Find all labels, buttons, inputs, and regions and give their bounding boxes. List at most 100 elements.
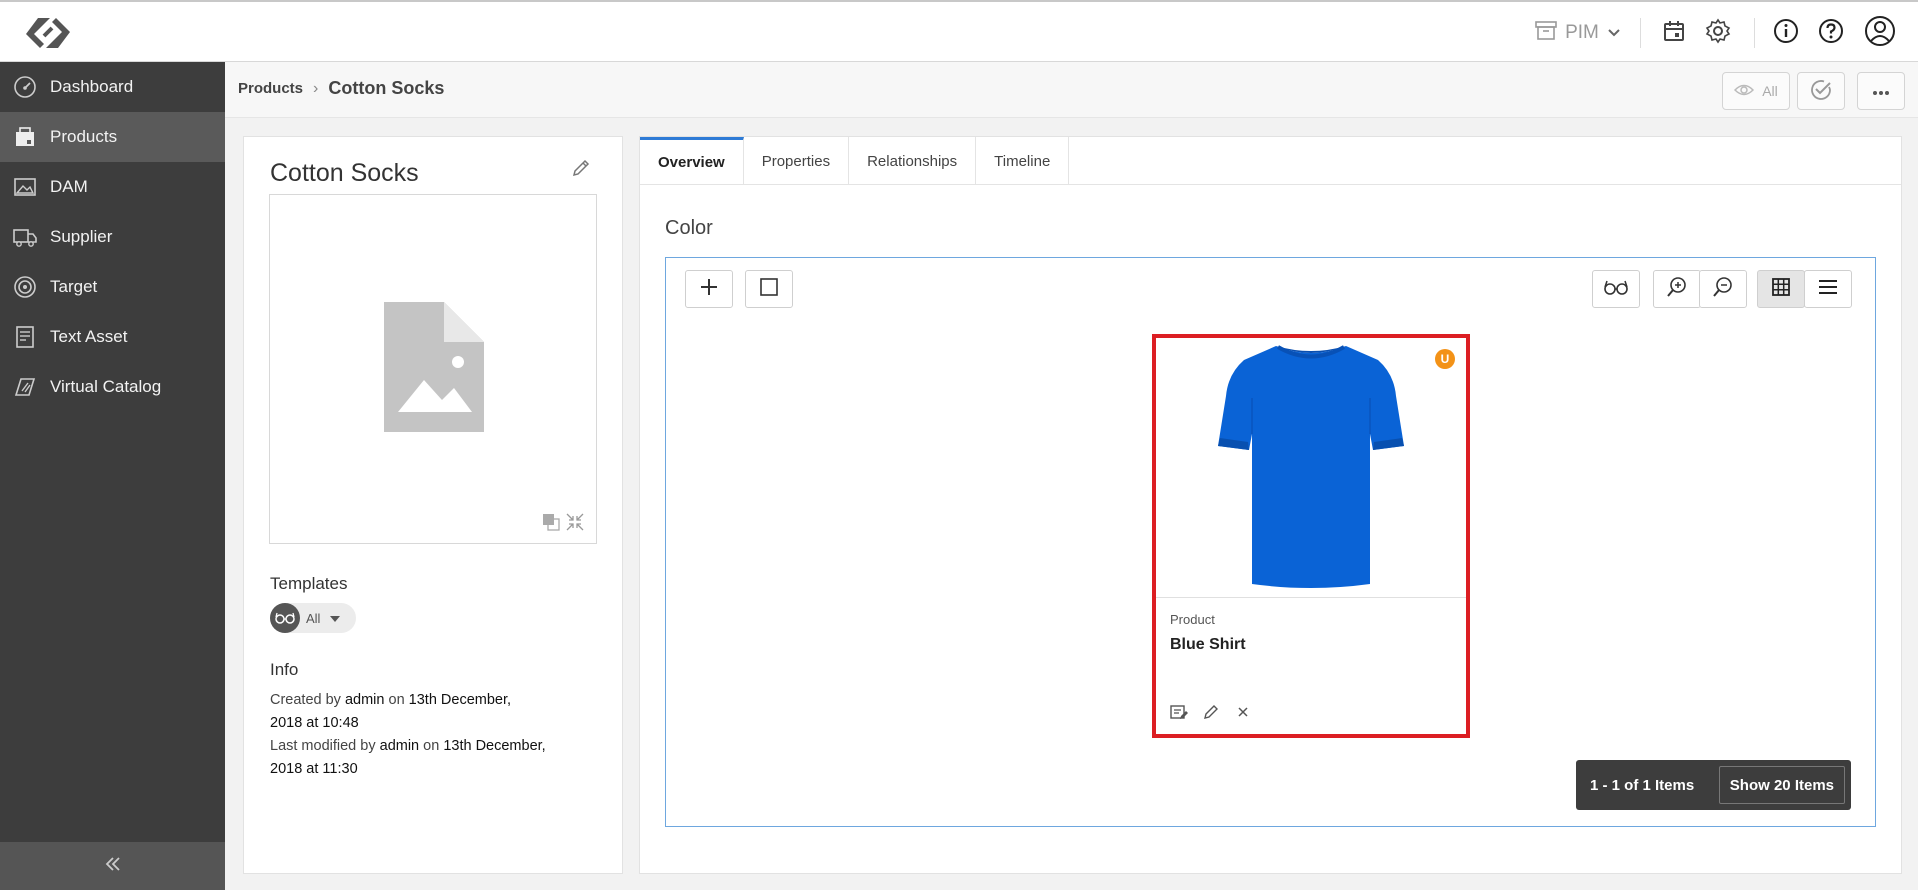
workspace-switcher[interactable]: PIM: [1532, 16, 1624, 50]
sidebar-item-label: Text Asset: [50, 327, 128, 346]
templates-heading: Templates: [270, 574, 348, 593]
blue-tshirt-image: [1218, 345, 1404, 588]
sidebar-item-label: Dashboard: [50, 77, 134, 96]
breadcrumb-separator: ›: [313, 79, 319, 97]
pencil-icon[interactable]: [1202, 703, 1220, 726]
sidebar-item-label: Supplier: [50, 227, 113, 246]
add-button[interactable]: [685, 270, 733, 308]
checkbox-icon: [760, 277, 778, 301]
sidebar-item-target[interactable]: Target: [0, 262, 225, 312]
validate-button[interactable]: [1797, 72, 1845, 110]
modified-user: admin: [379, 738, 420, 754]
sidebar-item-label: Products: [50, 127, 118, 146]
text-asset-icon: [0, 325, 50, 349]
help-button[interactable]: [1813, 16, 1849, 50]
template-value: All: [306, 610, 321, 626]
modified-date: 13th December,: [443, 738, 546, 754]
help-icon: [1818, 18, 1844, 49]
tab-timeline[interactable]: Timeline: [976, 137, 1070, 185]
dam-icon: [0, 175, 50, 199]
divider: [1640, 18, 1641, 48]
calendar-button[interactable]: [1656, 16, 1692, 50]
page-size-button[interactable]: Show 20 Items: [1718, 766, 1845, 804]
modified-time: 11:30: [322, 761, 358, 777]
sidebar-item-text-asset[interactable]: Text Asset: [0, 312, 225, 362]
glasses-icon: [1603, 279, 1629, 300]
settings-button[interactable]: [1700, 16, 1736, 50]
sidebar-item-label: Virtual Catalog: [50, 377, 162, 396]
gear-icon: [1705, 18, 1731, 49]
section-title: Color: [665, 217, 713, 239]
tab-relationships[interactable]: Relationships: [849, 137, 977, 185]
tab-overview[interactable]: Overview: [640, 137, 744, 185]
sidebar-item-dashboard[interactable]: Dashboard: [0, 62, 225, 112]
breadcrumb-current: Cotton Socks: [328, 78, 445, 98]
check-circle-icon: [1810, 79, 1832, 104]
image-placeholder-icon: [384, 302, 484, 437]
sidebar-item-dam[interactable]: DAM: [0, 162, 225, 212]
close-icon[interactable]: [1234, 703, 1252, 726]
workspace-label: PIM: [1565, 22, 1599, 43]
truck-icon: [0, 225, 50, 249]
entity-summary-card: Cotton Socks Templates All Info Created …: [243, 136, 623, 874]
view-filter-label: All: [1762, 83, 1778, 99]
edit-title-button[interactable]: [570, 157, 594, 181]
info-icon: [1773, 18, 1799, 49]
more-horizontal-icon: [1872, 83, 1890, 99]
grid-view-button[interactable]: [1757, 270, 1805, 308]
download-image-icon[interactable]: [542, 513, 560, 536]
calendar-icon: [1662, 19, 1686, 48]
view-filter-button[interactable]: All: [1722, 72, 1790, 110]
created-time: 10:48: [322, 715, 359, 731]
modified-on: on: [423, 738, 440, 754]
info-button[interactable]: [1768, 16, 1804, 50]
plus-icon: [699, 277, 719, 302]
entity-image-placeholder: [269, 194, 597, 544]
dashboard-icon: [0, 75, 50, 99]
modified-year-at: 2018 at: [270, 761, 319, 777]
grid-icon: [1772, 277, 1790, 301]
item-thumbnail: [1156, 338, 1466, 598]
zoom-out-icon: [1712, 276, 1734, 303]
relationship-panel: U Product Blue Shirt 1 - 1 of 1 Items Sh…: [665, 257, 1876, 827]
tab-properties[interactable]: Properties: [744, 137, 850, 185]
sidebar-item-virtual-catalog[interactable]: Virtual Catalog: [0, 362, 225, 412]
item-type: Product: [1170, 612, 1215, 627]
view-settings-button[interactable]: [1592, 270, 1640, 308]
tab-bar: Overview Properties Relationships Timeli…: [640, 137, 1901, 185]
app-logo[interactable]: [24, 14, 72, 52]
entity-detail-card: Overview Properties Relationships Timeli…: [639, 136, 1902, 874]
sidebar-item-supplier[interactable]: Supplier: [0, 212, 225, 262]
edit-attributes-icon[interactable]: [1170, 703, 1188, 726]
sidebar-item-products[interactable]: Products: [0, 112, 225, 162]
collapse-image-icon[interactable]: [566, 513, 584, 536]
entity-title: Cotton Socks: [270, 159, 419, 187]
modified-prefix: Last modified by: [270, 738, 376, 754]
user-menu-button[interactable]: [1862, 15, 1898, 52]
collapse-sidebar-button[interactable]: [0, 842, 225, 890]
select-all-button[interactable]: [745, 270, 793, 308]
breadcrumb-parent[interactable]: Products: [238, 80, 303, 97]
created-date: 13th December,: [408, 692, 512, 708]
zoom-in-button[interactable]: [1653, 270, 1701, 308]
target-icon: [0, 275, 50, 299]
products-icon: [0, 125, 50, 149]
list-view-button[interactable]: [1804, 270, 1852, 308]
related-item-card[interactable]: U Product Blue Shirt: [1152, 334, 1470, 738]
eye-icon: [1734, 83, 1755, 100]
zoom-out-button[interactable]: [1699, 270, 1747, 308]
status-badge: U: [1435, 349, 1455, 369]
user-icon: [1864, 15, 1896, 52]
pagination-count: 1 - 1 of 1 Items: [1590, 776, 1695, 794]
template-selector[interactable]: All: [270, 603, 356, 633]
glasses-icon: [270, 603, 300, 633]
zoom-in-icon: [1666, 276, 1688, 303]
created-on: on: [388, 692, 405, 708]
double-chevron-left-icon: [103, 855, 123, 878]
more-actions-button[interactable]: [1857, 72, 1905, 110]
sidebar: Dashboard Products DAM Supplier Target T…: [0, 62, 225, 890]
page-header: Products › Cotton Socks All: [225, 62, 1918, 118]
list-icon: [1818, 279, 1838, 300]
created-year-at: 2018 at: [270, 715, 319, 731]
created-user: admin: [344, 692, 385, 708]
